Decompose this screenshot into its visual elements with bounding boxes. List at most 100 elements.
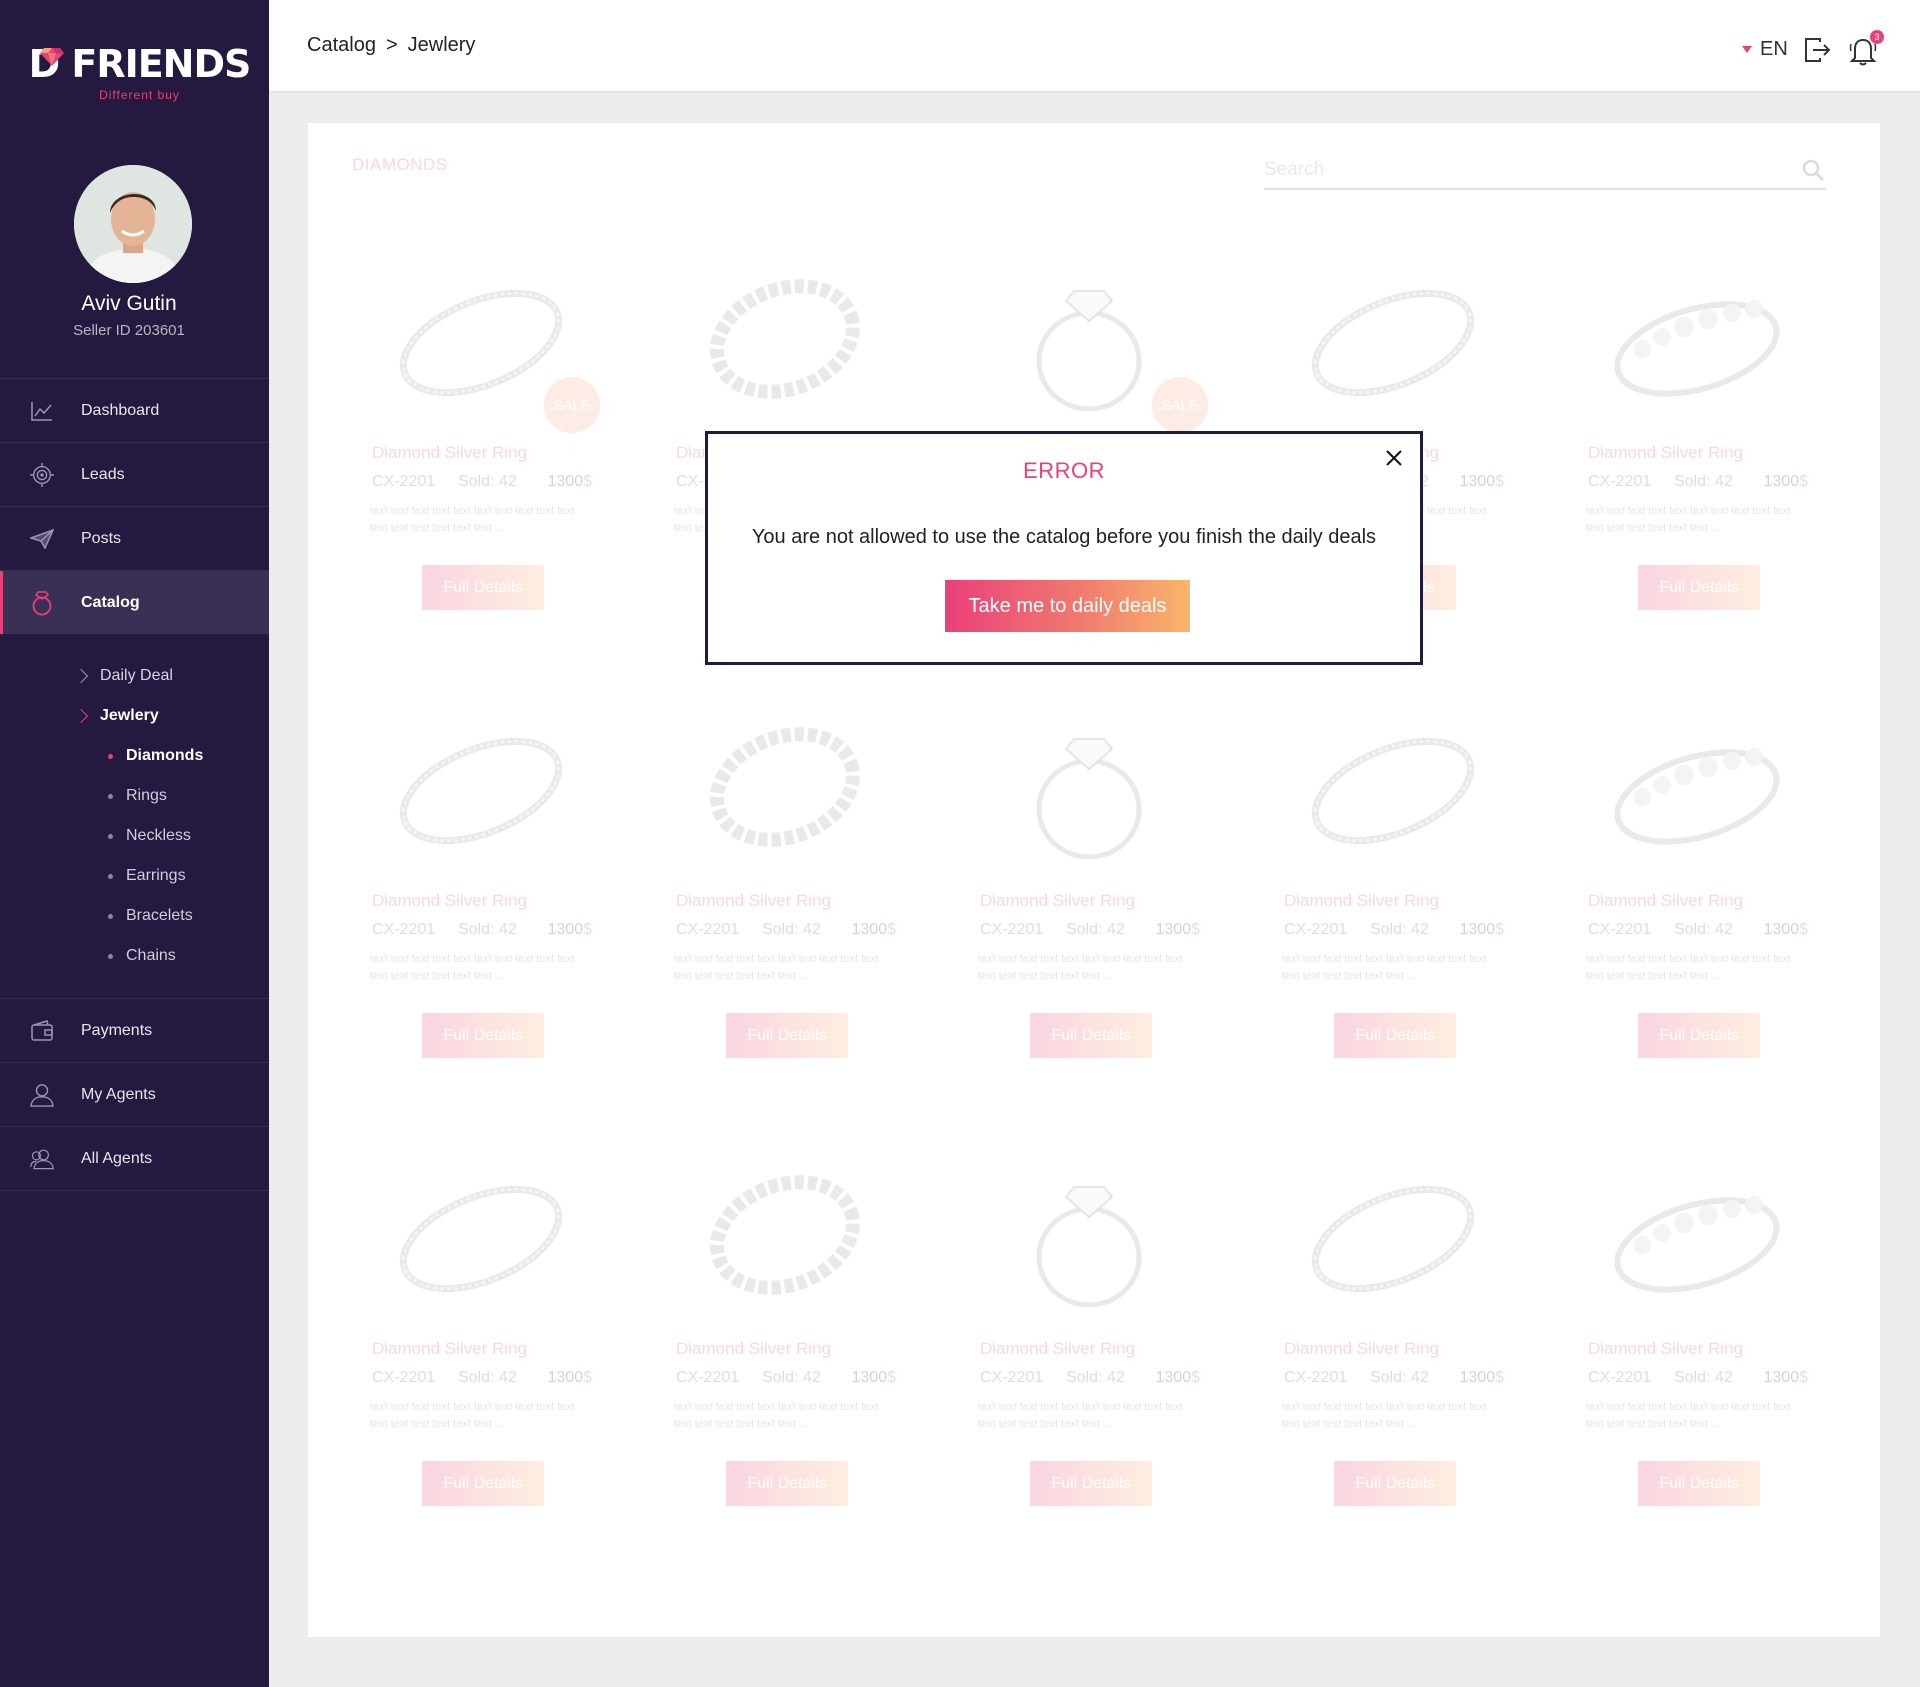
product-name[interactable]: Diamond Silver Ring [980,1339,1135,1359]
ring-image [1311,289,1475,397]
product-price: 1300$ [852,1369,897,1387]
sidebar-subitem-label: Neckless [126,827,191,844]
product-card[interactable]: Diamond Silver Ring CX-2201 Sold: 42 1300$ t… [1566,1143,1828,1533]
full-details-button[interactable]: Full Details [1030,1461,1152,1506]
target-icon [30,462,54,487]
full-details-button[interactable]: Full Details [1334,1013,1456,1058]
full-details-button[interactable]: Full Details [422,1013,544,1058]
product-card[interactable]: Diamond Silver Ring CX-2201 Sold: 42 1300$ t… [1262,695,1524,1085]
product-card[interactable]: Diamond Silver Ring CX-2201 Sold: 42 1300$ t… [654,695,916,1085]
sidebar-item-catalog[interactable]: Catalog [0,570,269,634]
full-details-button[interactable]: Full Details [1638,565,1760,610]
price-value: 1300 [547,921,584,938]
product-card[interactable]: SALE Diamond Silver Ring CX-2201 Sold: 42 13… [350,247,612,637]
full-details-button[interactable]: Full Details [1638,1013,1760,1058]
sidebar-subitem-rings[interactable]: Rings [0,776,269,816]
product-sold: Sold: 42 [1674,1369,1733,1386]
sidebar-subitem-bracelets[interactable]: Bracelets [0,896,269,936]
diamond-logo-icon [40,48,64,66]
price-value: 1300 [851,1369,888,1386]
avatar[interactable] [74,165,192,283]
ring-image [1614,1196,1780,1293]
sidebar-item-all-agents[interactable]: All Agents [0,1126,269,1190]
language-selector[interactable]: EN [1742,38,1788,61]
product-name[interactable]: Diamond Silver Ring [372,1339,527,1359]
full-details-button[interactable]: Full Details [726,1461,848,1506]
sidebar-item-my-agents[interactable]: My Agents [0,1062,269,1126]
daily-deals-button[interactable]: Take me to daily deals [945,580,1190,632]
full-details-button[interactable]: Full Details [1030,1013,1152,1058]
product-name[interactable]: Diamond Silver Ring [676,1339,831,1359]
sidebar-subitem-label: Jewlery [100,707,159,724]
product-card[interactable]: Diamond Silver Ring CX-2201 Sold: 42 1300$ t… [350,695,612,1085]
breadcrumb-catalog[interactable]: Catalog [307,34,376,57]
search-icon[interactable] [1802,159,1824,181]
user-name: Aviv Gutin [81,292,177,315]
user-photo [74,165,192,283]
product-card[interactable]: Diamond Silver Ring CX-2201 Sold: 42 1300$ t… [958,1143,1220,1533]
sidebar-item-label: Catalog [81,593,140,611]
search-field[interactable]: Search [1264,153,1826,190]
sidebar-subitem-jewlery[interactable]: Jewlery [0,696,269,736]
product-name[interactable]: Diamond Silver Ring [1588,891,1743,911]
close-icon[interactable] [1384,448,1404,468]
product-meta: CX-2201 Sold: 42 1300$ [676,921,896,939]
product-description: text text text text text text text text … [1586,505,1791,534]
product-name[interactable]: Diamond Silver Ring [980,891,1135,911]
product-card[interactable]: Diamond Silver Ring CX-2201 Sold: 42 1300$ t… [958,695,1220,1085]
section-title: DIAMONDS [352,155,448,174]
full-details-button[interactable]: Full Details [1638,1461,1760,1506]
product-name[interactable]: Diamond Silver Ring [372,891,527,911]
sidebar-subitem-diamonds[interactable]: Diamonds [0,736,269,776]
sidebar-item-leads[interactable]: Leads [0,442,269,506]
product-meta: CX-2201 Sold: 42 1300$ [980,1369,1200,1387]
full-details-button[interactable]: Full Details [1334,1461,1456,1506]
price-currency: $ [1191,921,1200,938]
ring-image [399,1185,563,1293]
price-currency: $ [1495,473,1504,490]
product-sold: Sold: 42 [1674,473,1733,490]
sidebar-item-payments[interactable]: Payments [0,998,269,1062]
product-name[interactable]: Diamond Silver Ring [372,443,527,463]
product-name[interactable]: Diamond Silver Ring [1588,443,1743,463]
product-sold: Sold: 42 [458,921,517,938]
product-sold: Sold: 42 [762,921,821,938]
product-code: CX-2201 [1284,1369,1348,1386]
sidebar-subitem-label: Bracelets [126,907,193,924]
search-input[interactable]: Search [1264,159,1324,181]
product-card[interactable]: Diamond Silver Ring CX-2201 Sold: 42 1300$ t… [1262,1143,1524,1533]
ring-image [399,737,563,845]
sidebar-subitem-daily-deal[interactable]: Daily Deal [0,656,269,696]
bullet-icon [108,753,113,759]
product-card[interactable]: Diamond Silver Ring CX-2201 Sold: 42 1300$ t… [654,1143,916,1533]
sidebar-subitem-earrings[interactable]: Earrings [0,856,269,896]
sidebar-item-label: Payments [81,1021,153,1039]
product-price: 1300$ [548,1369,593,1387]
sidebar-subitem-neckless[interactable]: Neckless [0,816,269,856]
price-value: 1300 [851,921,888,938]
product-card[interactable]: Diamond Silver Ring CX-2201 Sold: 42 1300$ t… [1566,695,1828,1085]
brand-logo[interactable]: D FRIENDS Different buy [0,42,269,102]
sidebar-subitem-label: Daily Deal [100,667,173,684]
sidebar-subitem-label: Chains [126,947,176,964]
product-price: 1300$ [1156,921,1201,939]
sidebar-item-posts[interactable]: Posts [0,506,269,570]
logout-icon[interactable] [1803,36,1831,64]
chevron-right-icon [73,668,89,684]
product-sold: Sold: 42 [458,1369,517,1386]
product-name[interactable]: Diamond Silver Ring [676,891,831,911]
full-details-button[interactable]: Full Details [726,1013,848,1058]
breadcrumb: Catalog > Jewlery [307,34,475,57]
price-value: 1300 [1155,921,1192,938]
sidebar-subitem-chains[interactable]: Chains [0,936,269,976]
product-name[interactable]: Diamond Silver Ring [1284,1339,1439,1359]
product-card[interactable]: Diamond Silver Ring CX-2201 Sold: 42 1300$ t… [1566,247,1828,637]
product-name[interactable]: Diamond Silver Ring [1588,1339,1743,1359]
sidebar-item-dashboard[interactable]: Dashboard [0,378,269,442]
product-card[interactable]: Diamond Silver Ring CX-2201 Sold: 42 1300$ t… [350,1143,612,1533]
product-name[interactable]: Diamond Silver Ring [1284,891,1439,911]
full-details-button[interactable]: Full Details [422,565,544,610]
full-details-button[interactable]: Full Details [422,1461,544,1506]
product-code: CX-2201 [1588,473,1652,490]
product-meta: CX-2201 Sold: 42 1300$ [980,921,1200,939]
